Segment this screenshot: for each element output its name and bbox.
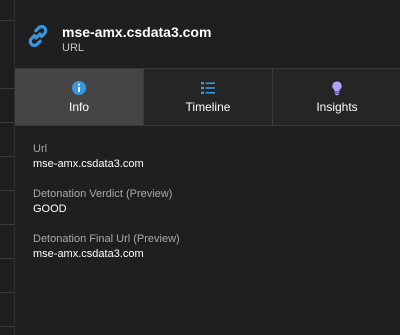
lightbulb-icon — [332, 81, 342, 96]
panel-header: mse-amx.csdata3.com URL — [15, 0, 400, 68]
entity-panel: mse-amx.csdata3.com URL Info Timeline In… — [14, 0, 400, 335]
entity-type-label: URL — [62, 42, 85, 54]
tab-timeline[interactable]: Timeline — [143, 69, 272, 125]
tab-insights-label: Insights — [316, 100, 358, 114]
field-url: Url mse-amx.csdata3.com — [33, 142, 393, 171]
tab-insights[interactable]: Insights — [272, 69, 400, 125]
field-detonation-verdict: Detonation Verdict (Preview) GOOD — [33, 187, 393, 216]
field-value: GOOD — [33, 203, 67, 215]
field-detonation-final-url: Detonation Final Url (Preview) mse-amx.c… — [33, 232, 393, 261]
tab-info[interactable]: Info — [15, 69, 143, 125]
page-title: mse-amx.csdata3.com — [62, 24, 212, 40]
tab-bar: Info Timeline Insights — [15, 68, 400, 126]
list-icon — [201, 82, 215, 94]
field-label: Url — [33, 143, 48, 155]
tab-timeline-label: Timeline — [185, 100, 231, 114]
link-icon — [28, 25, 48, 47]
field-label: Detonation Final Url (Preview) — [33, 233, 180, 245]
tab-info-label: Info — [68, 100, 89, 114]
field-value: mse-amx.csdata3.com — [33, 158, 144, 170]
background-list — [0, 0, 14, 335]
field-label: Detonation Verdict (Preview) — [33, 188, 173, 200]
field-value: mse-amx.csdata3.com — [33, 248, 144, 260]
info-icon — [72, 81, 86, 95]
info-content: Url mse-amx.csdata3.com Detonation Verdi… — [33, 142, 393, 277]
